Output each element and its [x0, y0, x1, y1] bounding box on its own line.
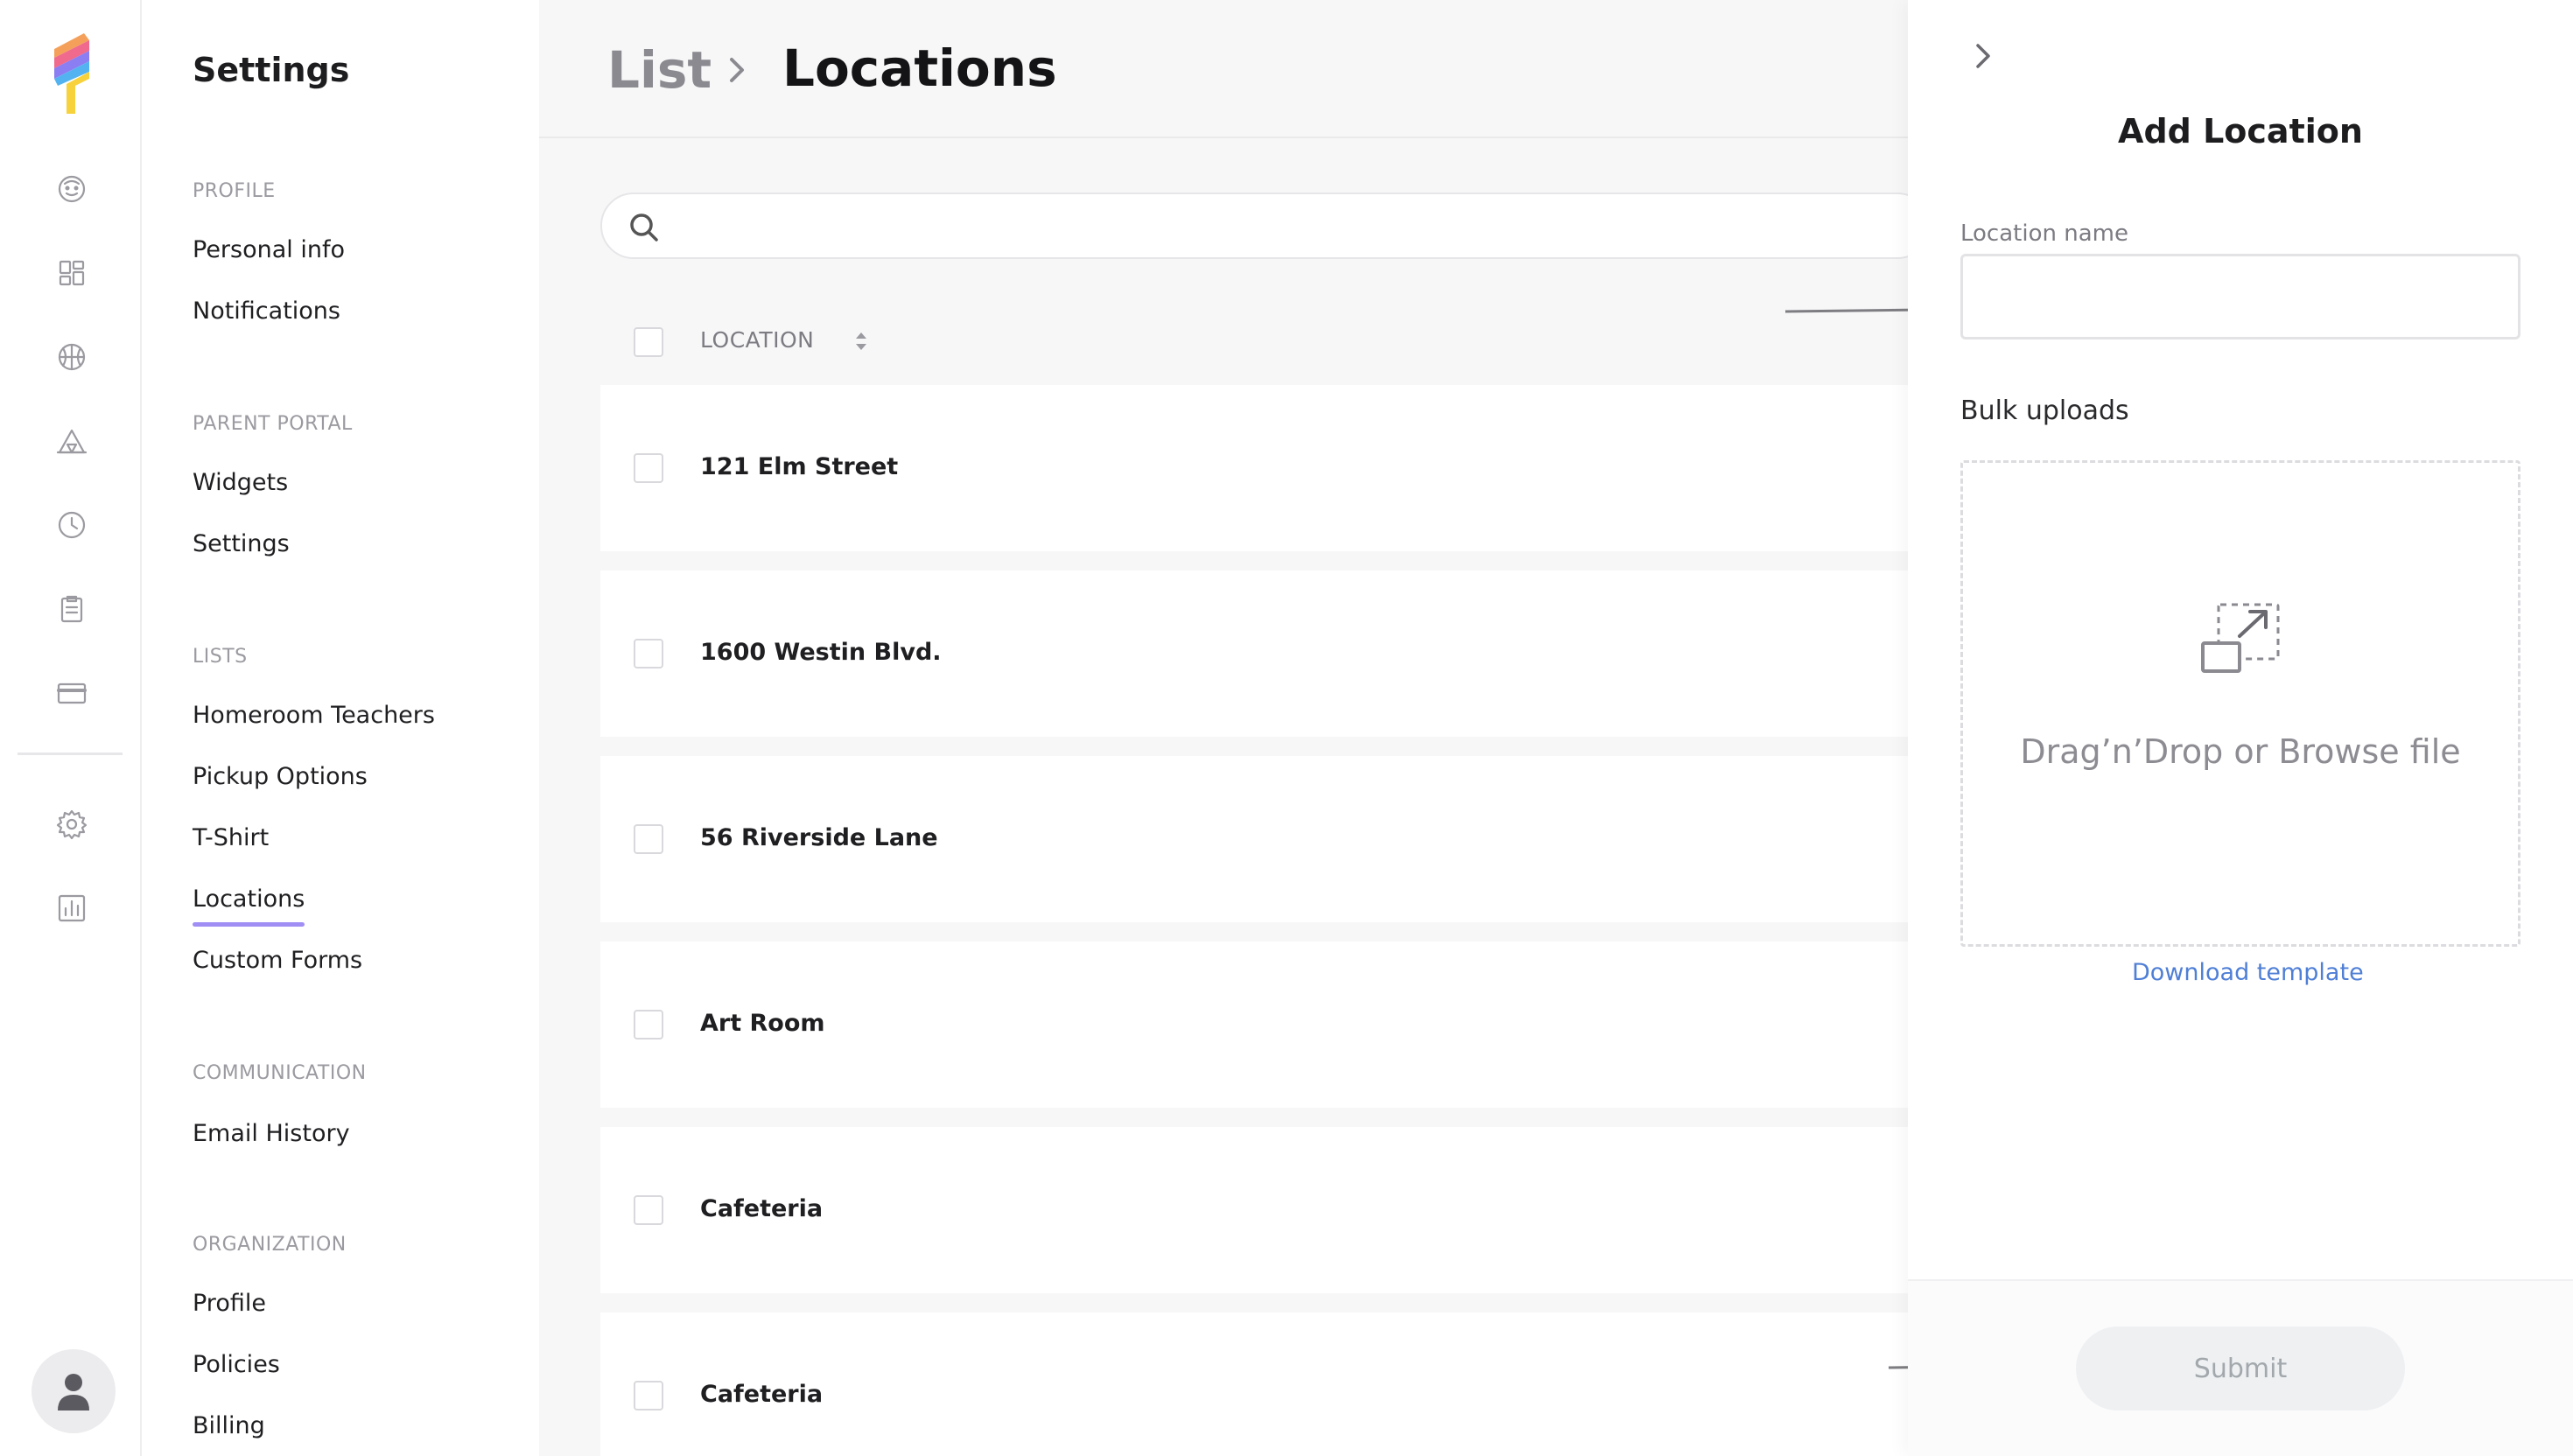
section-organization: ORGANIZATION: [193, 1234, 347, 1256]
menu-item-t-shirt[interactable]: T-Shirt: [193, 824, 269, 851]
row-checkbox[interactable]: [634, 824, 663, 854]
chevron-right-icon: [730, 58, 744, 82]
search-input[interactable]: [676, 203, 1883, 248]
menu-item-org-profile[interactable]: Profile: [193, 1290, 266, 1317]
menu-item-portal-settings[interactable]: Settings: [193, 530, 290, 557]
clipboard-icon[interactable]: [51, 588, 93, 630]
menu-item-notifications[interactable]: Notifications: [193, 298, 340, 325]
row-checkbox[interactable]: [634, 1195, 663, 1225]
section-profile: PROFILE: [193, 180, 276, 202]
table-header: LOCATION: [600, 306, 1913, 376]
drawer-title: Add Location: [2118, 112, 2363, 150]
column-header-location: LOCATION: [700, 327, 815, 353]
row-checkbox[interactable]: [634, 453, 663, 483]
location-name: Art Room: [700, 1010, 825, 1037]
face-icon[interactable]: [51, 168, 93, 210]
location-name: 121 Elm Street: [700, 453, 899, 480]
bulk-uploads-label: Bulk uploads: [1960, 396, 2129, 426]
main-content: List Locations LOCATION 121 Elm Street 1…: [539, 0, 1931, 1456]
location-name-input[interactable]: [1960, 254, 2520, 340]
tent-icon[interactable]: [51, 420, 93, 462]
table-row[interactable]: 1600 Westin Blvd.: [600, 570, 1913, 737]
breadcrumb-list-link[interactable]: List: [607, 40, 712, 100]
menu-item-locations[interactable]: Locations: [193, 886, 305, 927]
menu-title: Settings: [193, 51, 350, 89]
table-row[interactable]: 56 Riverside Lane: [600, 756, 1913, 922]
menu-item-pickup-options[interactable]: Pickup Options: [193, 763, 368, 790]
rail-divider: [18, 752, 123, 755]
location-name: Cafeteria: [700, 1195, 824, 1222]
dashboard-icon[interactable]: [51, 252, 93, 294]
download-template-link[interactable]: Download template: [2132, 959, 2364, 986]
table-row[interactable]: Art Room: [600, 942, 1913, 1108]
file-dropzone[interactable]: Drag’n’Drop or Browse file: [1960, 460, 2520, 947]
credit-card-icon[interactable]: [51, 672, 93, 714]
sort-icon[interactable]: [852, 329, 870, 354]
page-title: Locations: [782, 38, 1057, 98]
menu-item-homeroom-teachers[interactable]: Homeroom Teachers: [193, 702, 435, 729]
add-location-drawer: Add Location Location name Bulk uploads …: [1908, 0, 2573, 1456]
menu-item-personal-info[interactable]: Personal info: [193, 236, 345, 263]
bar-chart-icon[interactable]: [51, 887, 93, 929]
menu-item-widgets[interactable]: Widgets: [193, 469, 288, 496]
location-name-label: Location name: [1960, 220, 2128, 247]
popsicle-logo-icon[interactable]: [49, 28, 95, 116]
user-avatar[interactable]: [32, 1349, 116, 1433]
settings-menu: Settings PROFILE Personal info Notificat…: [142, 0, 539, 1456]
row-checkbox[interactable]: [634, 639, 663, 668]
section-parent-portal: PARENT PORTAL: [193, 413, 353, 435]
select-all-checkbox[interactable]: [634, 327, 663, 357]
clock-icon[interactable]: [51, 504, 93, 546]
location-name: 56 Riverside Lane: [700, 824, 938, 851]
section-communication: COMMUNICATION: [193, 1062, 367, 1084]
submit-button[interactable]: Submit: [2076, 1326, 2405, 1410]
location-name: Cafeteria: [700, 1381, 824, 1408]
location-name: 1600 Westin Blvd.: [700, 639, 942, 666]
page-header: List Locations: [539, 0, 1908, 138]
drawer-footer: Submit: [1908, 1279, 2573, 1456]
menu-item-policies[interactable]: Policies: [193, 1351, 280, 1378]
menu-item-custom-forms[interactable]: Custom Forms: [193, 947, 362, 974]
basketball-icon[interactable]: [51, 336, 93, 378]
search-bar: [600, 192, 1931, 259]
chevron-right-close-icon[interactable]: [1966, 38, 2001, 74]
table-row[interactable]: 121 Elm Street: [600, 385, 1913, 551]
section-lists: LISTS: [193, 646, 248, 668]
menu-item-billing[interactable]: Billing: [193, 1412, 265, 1439]
dropzone-text: Drag’n’Drop or Browse file: [2020, 732, 2461, 771]
table-row[interactable]: Cafeteria: [600, 1127, 1913, 1293]
upload-expand-icon: [2201, 603, 2280, 673]
row-checkbox[interactable]: [634, 1010, 663, 1040]
icon-rail: [0, 0, 142, 1456]
table-row[interactable]: Cafeteria: [600, 1312, 1913, 1456]
search-icon: [630, 214, 658, 242]
gear-icon[interactable]: [51, 803, 93, 845]
row-checkbox[interactable]: [634, 1381, 663, 1410]
user-icon: [58, 1374, 89, 1410]
menu-item-email-history[interactable]: Email History: [193, 1120, 350, 1147]
